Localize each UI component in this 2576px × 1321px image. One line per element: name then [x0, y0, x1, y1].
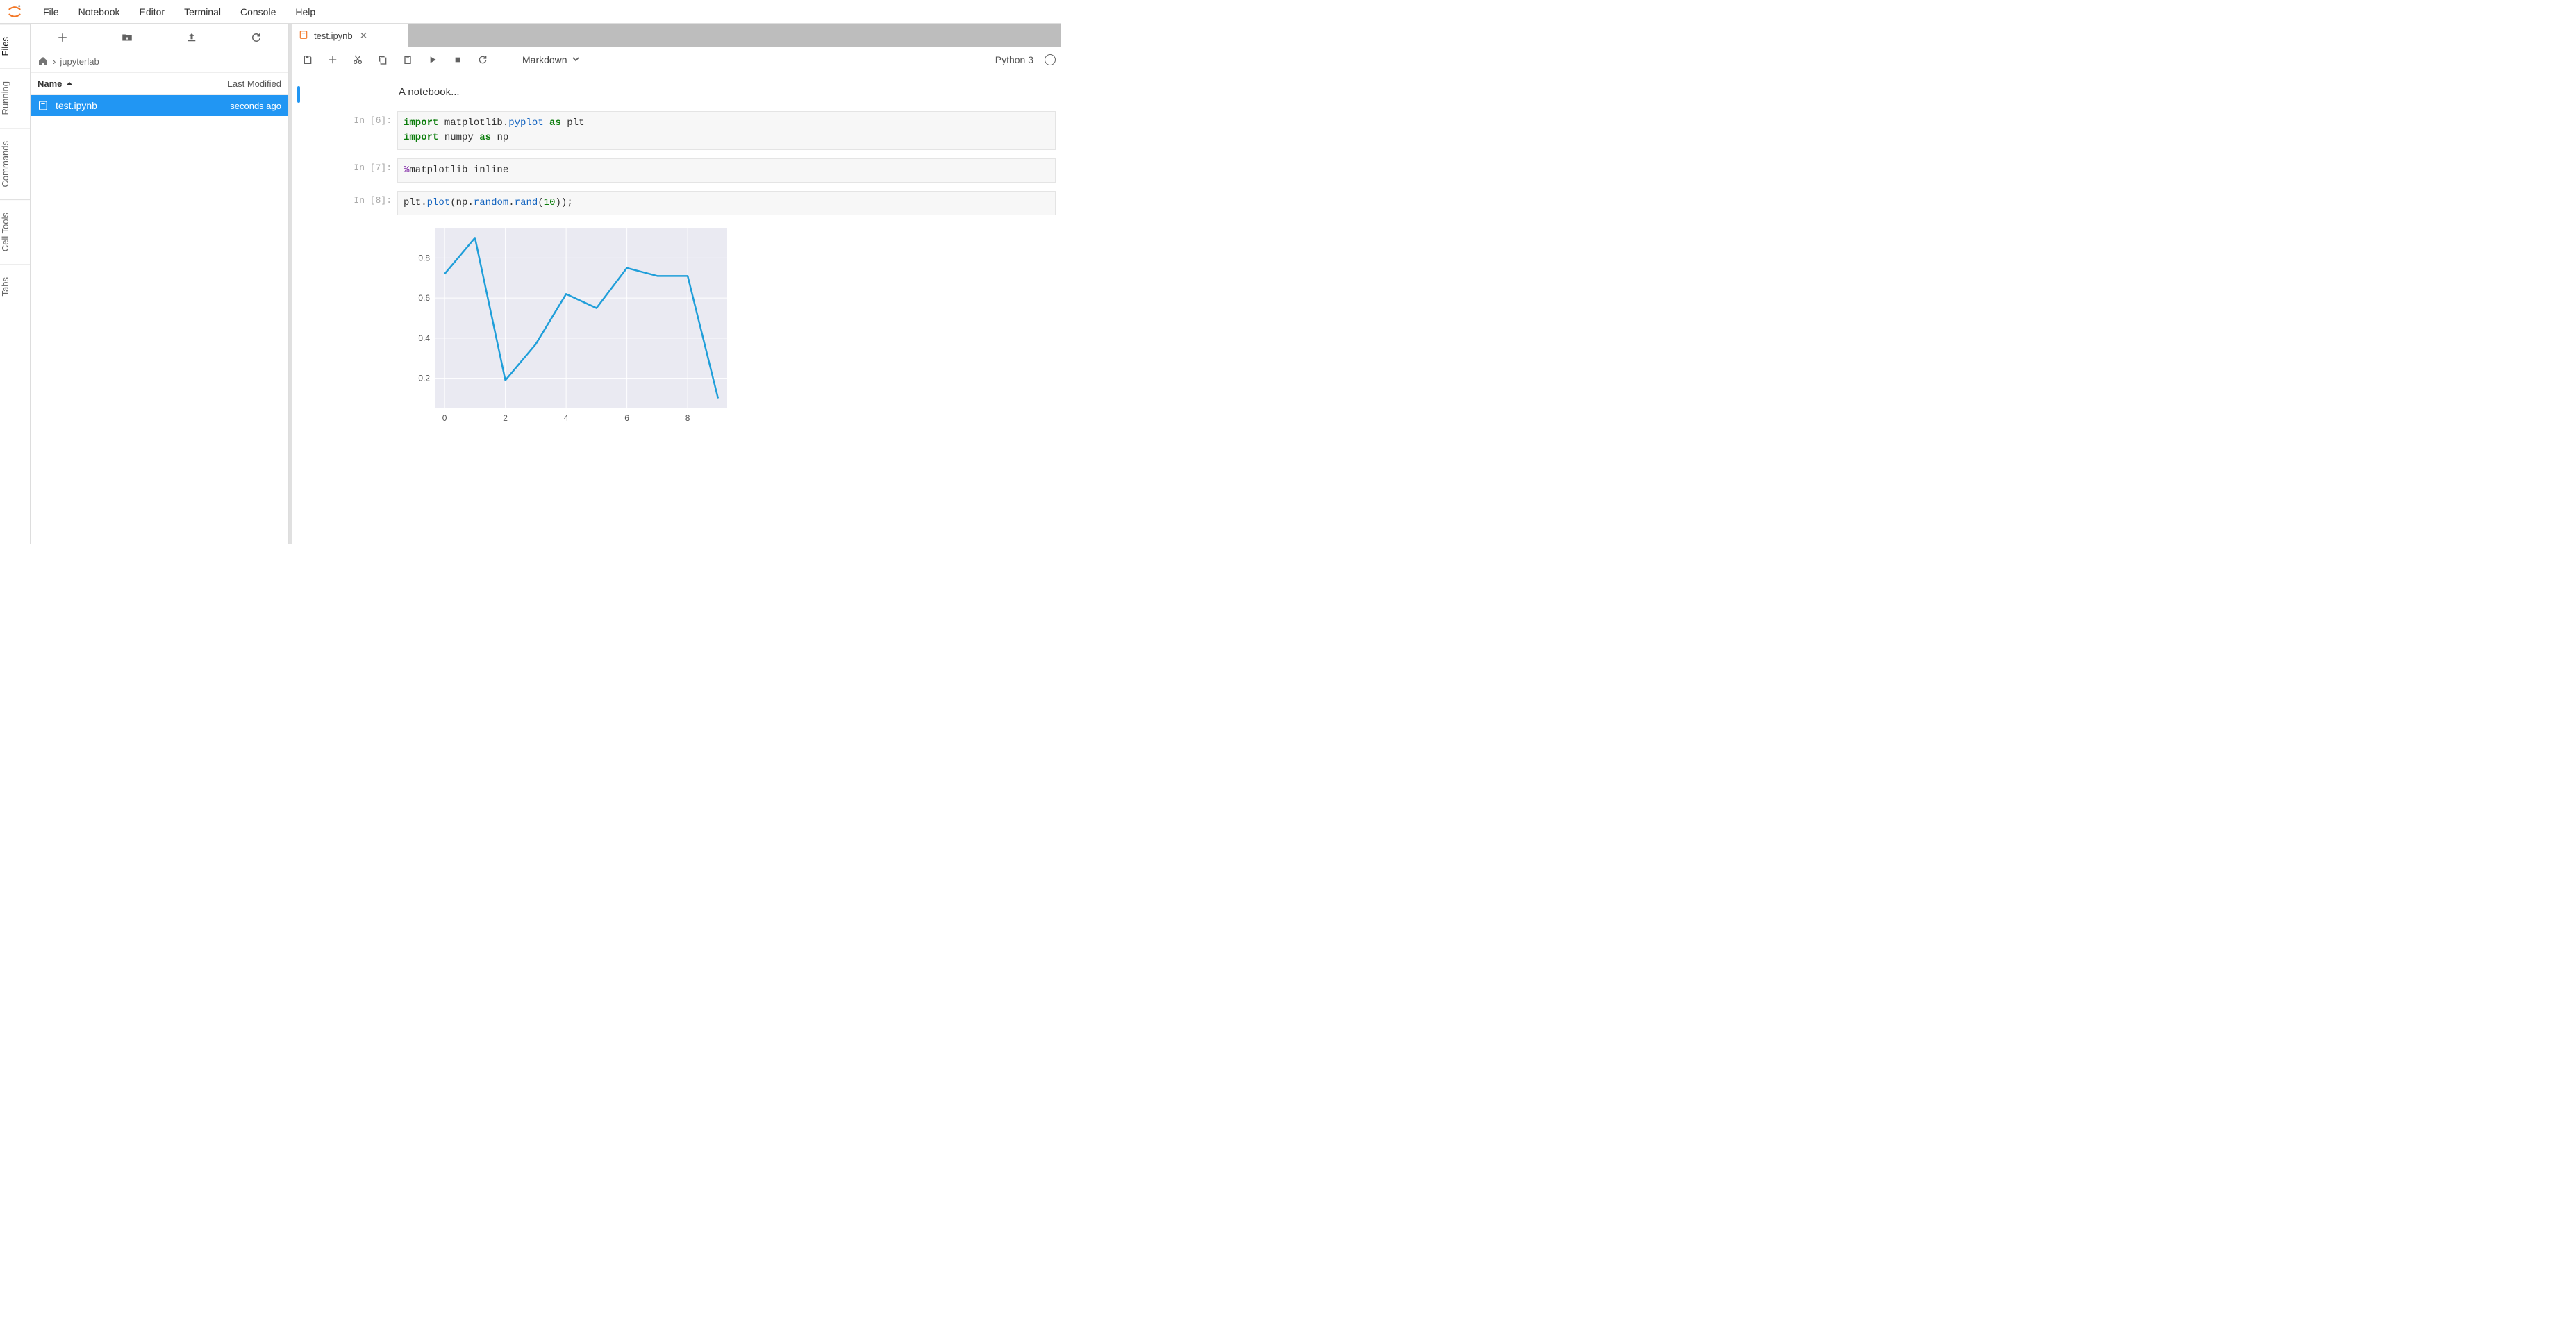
svg-text:0.2: 0.2	[418, 374, 430, 383]
code-input[interactable]: plt.plot(np.random.rand(10));	[397, 191, 1056, 215]
breadcrumb[interactable]: › jupyterlab	[31, 51, 288, 73]
cut-button[interactable]	[347, 50, 368, 69]
menu-help[interactable]: Help	[285, 2, 325, 22]
menu-terminal[interactable]: Terminal	[174, 2, 231, 22]
svg-text:0.4: 0.4	[418, 333, 430, 343]
active-cell-indicator	[297, 86, 300, 103]
refresh-button[interactable]	[244, 27, 269, 48]
notebook-icon	[38, 100, 51, 111]
cell-prompt: In [8]:	[342, 191, 397, 431]
file-name: test.ipynb	[56, 100, 230, 111]
insert-cell-button[interactable]	[322, 50, 343, 69]
cell-prompt: In [6]:	[342, 111, 397, 150]
svg-text:0: 0	[442, 413, 447, 423]
markdown-cell[interactable]: A notebook...	[297, 83, 1056, 103]
breadcrumb-folder[interactable]: jupyterlab	[60, 56, 99, 67]
menu-editor[interactable]: Editor	[130, 2, 175, 22]
activity-tab-cell-tools[interactable]: Cell Tools	[0, 199, 30, 264]
menu-file[interactable]: File	[33, 2, 69, 22]
run-button[interactable]	[422, 50, 443, 69]
jupyter-logo	[6, 3, 24, 21]
markdown-rendered[interactable]: A notebook...	[397, 83, 1056, 101]
plot-output: 0 2 4 6 8 0.2 0.4 0.6 0.8	[397, 221, 1056, 431]
new-folder-button[interactable]	[115, 27, 140, 48]
svg-text:4: 4	[564, 413, 569, 423]
col-name-label[interactable]: Name	[38, 78, 62, 89]
svg-text:0.8: 0.8	[418, 253, 430, 263]
breadcrumb-separator: ›	[53, 56, 56, 67]
cell-prompt: In [7]:	[342, 158, 397, 183]
copy-button[interactable]	[372, 50, 393, 69]
menu-notebook[interactable]: Notebook	[69, 2, 130, 22]
menu-console[interactable]: Console	[231, 2, 285, 22]
menubar: FileNotebookEditorTerminalConsoleHelp	[0, 0, 1061, 24]
activity-bar: FilesRunningCommandsCell ToolsTabs	[0, 24, 31, 544]
file-modified: seconds ago	[230, 101, 281, 111]
upload-button[interactable]	[179, 27, 204, 48]
code-cell[interactable]: In [6]:import matplotlib.pyplot as pltim…	[297, 111, 1056, 150]
code-cell[interactable]: In [8]:plt.plot(np.random.rand(10)); 0 2 4 6…	[297, 191, 1056, 431]
svg-text:0.6: 0.6	[418, 293, 430, 303]
col-modified-label[interactable]: Last Modified	[228, 78, 281, 89]
notebook-toolbar: Markdown Python 3	[292, 47, 1061, 72]
save-button[interactable]	[297, 50, 318, 69]
restart-button[interactable]	[472, 50, 493, 69]
file-browser-panel: › jupyterlab Name Last Modified test.ipy…	[31, 24, 289, 544]
activity-tab-tabs[interactable]: Tabs	[0, 264, 30, 308]
activity-tab-running[interactable]: Running	[0, 68, 30, 127]
sort-asc-icon[interactable]	[66, 78, 73, 89]
code-input[interactable]: %matplotlib inline	[397, 158, 1056, 183]
svg-text:8: 8	[685, 413, 690, 423]
code-input[interactable]: import matplotlib.pyplot as pltimport nu…	[397, 111, 1056, 150]
code-cell[interactable]: In [7]:%matplotlib inline	[297, 158, 1056, 183]
document-tab[interactable]: test.ipynb ✕	[292, 24, 408, 47]
home-icon[interactable]	[38, 56, 49, 67]
notebook-icon	[299, 30, 308, 42]
activity-tab-commands[interactable]: Commands	[0, 128, 30, 199]
activity-tab-files[interactable]: Files	[0, 24, 30, 68]
main-area: test.ipynb ✕	[289, 24, 1061, 544]
notebook-body[interactable]: A notebook...In [6]:import matplotlib.py…	[292, 72, 1061, 544]
close-icon[interactable]: ✕	[358, 30, 369, 42]
cell-prompt	[342, 83, 397, 103]
cell-type-select[interactable]: Markdown	[518, 53, 584, 67]
paste-button[interactable]	[397, 50, 418, 69]
cell-type-label: Markdown	[522, 54, 567, 65]
file-browser-toolbar	[31, 24, 288, 51]
kernel-name[interactable]: Python 3	[995, 54, 1033, 65]
file-list-header: Name Last Modified	[31, 73, 288, 95]
tab-label: test.ipynb	[314, 31, 353, 41]
svg-text:2: 2	[503, 413, 508, 423]
document-tabbar: test.ipynb ✕	[292, 24, 1061, 47]
kernel-status-indicator[interactable]	[1045, 54, 1056, 65]
chevron-down-icon	[572, 54, 580, 65]
interrupt-button[interactable]	[447, 50, 468, 69]
file-row[interactable]: test.ipynb seconds ago	[31, 95, 288, 116]
svg-text:6: 6	[624, 413, 629, 423]
new-launcher-button[interactable]	[50, 27, 75, 48]
